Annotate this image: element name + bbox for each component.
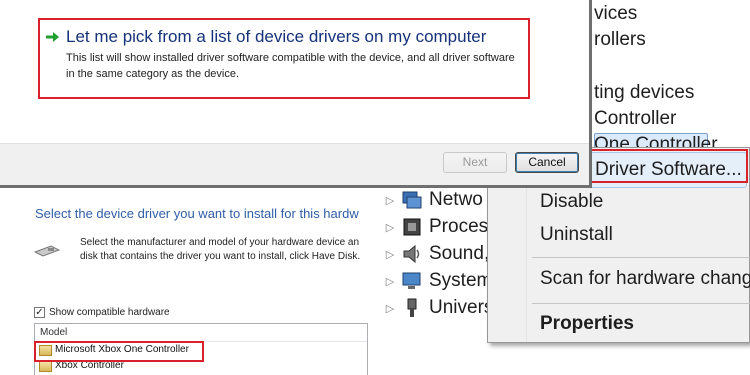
device-item-label: Controller bbox=[594, 108, 677, 129]
menu-item-disable[interactable]: Disable bbox=[540, 191, 603, 213]
device-category-partial[interactable]: vices bbox=[594, 1, 637, 27]
menu-item-properties[interactable]: Properties bbox=[540, 313, 634, 335]
menu-separator bbox=[532, 303, 750, 304]
cancel-button[interactable]: Cancel bbox=[515, 152, 579, 173]
device-category-label: ting devices bbox=[594, 82, 695, 103]
device-category-partial[interactable]: rollers bbox=[594, 27, 646, 53]
device-item-partial[interactable]: Controller bbox=[594, 106, 676, 132]
device-category-label: vices bbox=[594, 3, 638, 24]
dialog-footer: Next Cancel bbox=[0, 143, 589, 185]
tree-item-label: Proces bbox=[429, 216, 489, 237]
computer-icon bbox=[401, 270, 423, 292]
show-compatible-checkbox[interactable]: ✓ Show compatible hardware bbox=[34, 307, 170, 318]
expand-arrow-icon[interactable]: ▷ bbox=[383, 194, 397, 207]
tree-item-sound[interactable]: ▷ Sound, bbox=[383, 240, 489, 268]
wizard-heading: Select the device driver you want to ins… bbox=[35, 206, 359, 221]
wizard-description-line: disk that contains the driver you want t… bbox=[80, 251, 361, 262]
wizard-description-line: Select the manufacturer and model of you… bbox=[80, 237, 360, 248]
driver-package-icon bbox=[39, 360, 52, 372]
device-category-partial[interactable]: ting devices bbox=[594, 80, 694, 106]
next-button[interactable]: Next bbox=[443, 152, 507, 173]
device-category-label: rollers bbox=[594, 29, 646, 50]
menu-separator bbox=[532, 257, 750, 258]
network-adapter-icon bbox=[401, 189, 423, 211]
expand-arrow-icon[interactable]: ▷ bbox=[383, 221, 397, 234]
highlight-box-model bbox=[34, 341, 204, 362]
checkbox-checked-icon[interactable]: ✓ bbox=[34, 307, 45, 318]
tree-item-label: Netwo bbox=[429, 189, 483, 210]
highlight-box-update-driver bbox=[585, 149, 748, 183]
hardware-device-icon bbox=[33, 244, 61, 258]
tree-item-label: Univers bbox=[429, 297, 494, 318]
wizard-description: Select the manufacturer and model of you… bbox=[80, 236, 380, 264]
tree-item-processors[interactable]: ▷ Proces bbox=[383, 213, 488, 241]
checkbox-label: Show compatible hardware bbox=[49, 307, 170, 318]
speaker-icon bbox=[401, 243, 423, 265]
usb-icon bbox=[401, 297, 423, 319]
menu-item-scan-hardware[interactable]: Scan for hardware changes bbox=[540, 268, 750, 290]
menu-item-uninstall[interactable]: Uninstall bbox=[540, 224, 613, 246]
expand-arrow-icon[interactable]: ▷ bbox=[383, 248, 397, 261]
tree-item-network-adapters[interactable]: ▷ Netwo bbox=[383, 186, 483, 214]
processor-icon bbox=[401, 216, 423, 238]
expand-arrow-icon[interactable]: ▷ bbox=[383, 275, 397, 288]
tree-item-label: System bbox=[429, 270, 493, 291]
tree-item-usb-controllers[interactable]: ▷ Univers bbox=[383, 294, 494, 322]
tree-item-label: Sound, bbox=[429, 243, 490, 264]
model-column-header[interactable]: Model bbox=[35, 324, 367, 342]
tree-item-system-devices[interactable]: ▷ System bbox=[383, 267, 493, 295]
highlight-box-option bbox=[38, 18, 530, 99]
expand-arrow-icon[interactable]: ▷ bbox=[383, 302, 397, 315]
